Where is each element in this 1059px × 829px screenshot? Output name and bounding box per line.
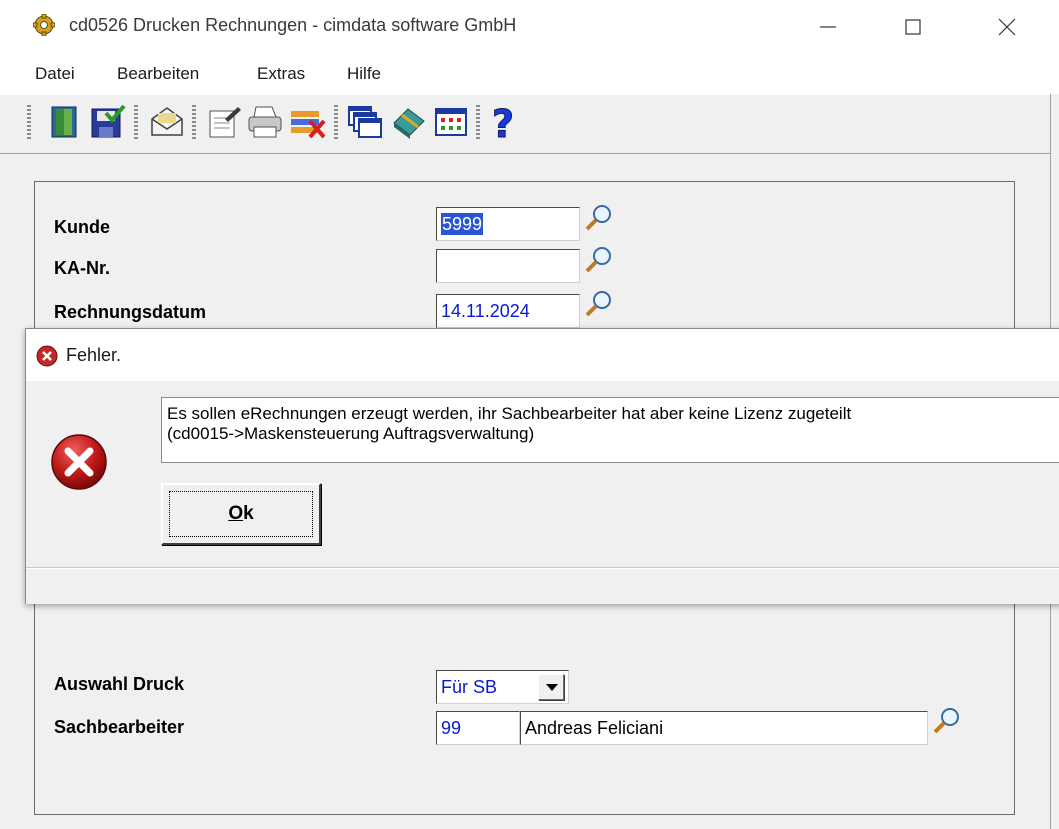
- grid-window-icon: [435, 108, 467, 136]
- eraser-button[interactable]: [390, 103, 428, 141]
- delete-button[interactable]: [288, 103, 326, 141]
- rechnungsdatum-search-icon[interactable]: [584, 288, 614, 318]
- save-check-icon: [91, 104, 126, 138]
- rechnungsdatum-label: Rechnungsdatum: [54, 302, 207, 322]
- large-error-icon: [51, 434, 107, 490]
- menu-hilfe[interactable]: Hilfe: [347, 64, 381, 84]
- close-button[interactable]: [967, 0, 1047, 54]
- eraser-icon: [393, 108, 425, 139]
- maximize-button[interactable]: [873, 0, 953, 54]
- notes-button[interactable]: [205, 103, 243, 141]
- delete-list-icon: [291, 111, 326, 139]
- notepad-icon: [209, 107, 241, 138]
- printer-icon: [248, 106, 282, 138]
- exit-door-icon: [51, 106, 77, 138]
- ok-label-rest: k: [243, 503, 254, 524]
- toolbar-separator: [476, 105, 480, 139]
- ka-nr-search-icon[interactable]: [584, 244, 614, 274]
- toolbar-separator: [334, 105, 338, 139]
- menu-bearbeiten[interactable]: Bearbeiten: [117, 64, 199, 84]
- error-dialog: Fehler. Es sollen eRechnungen erzeugt we…: [25, 328, 1059, 604]
- dialog-status-bar: [26, 568, 1059, 604]
- svg-text:?: ?: [492, 103, 514, 141]
- dialog-title-bar: Fehler.: [26, 329, 1059, 381]
- title-bar: cd0526 Drucken Rechnungen - cimdata soft…: [0, 0, 1059, 54]
- auswahl-druck-label: Auswahl Druck: [54, 674, 185, 694]
- ok-button[interactable]: Ok: [161, 483, 321, 545]
- mail-button[interactable]: [148, 103, 186, 141]
- error-icon: [36, 345, 58, 367]
- ok-button-label: Ok: [163, 503, 319, 525]
- sachbearbeiter-search-icon[interactable]: [932, 705, 962, 735]
- minimize-button[interactable]: [788, 0, 868, 54]
- gear-icon: [33, 14, 55, 36]
- sachbearbeiter-label: Sachbearbeiter: [54, 717, 185, 737]
- dialog-title: Fehler.: [66, 345, 122, 365]
- exit-button[interactable]: [46, 103, 84, 141]
- error-message: Es sollen eRechnungen erzeugt werden, ih…: [161, 397, 1059, 463]
- help-button[interactable]: ?: [484, 103, 522, 141]
- window-title: cd0526 Drucken Rechnungen - cimdata soft…: [69, 15, 517, 35]
- toolbar-grip[interactable]: [27, 105, 31, 139]
- windows-icon: [348, 106, 382, 138]
- grid-button[interactable]: [432, 103, 470, 141]
- error-message-line-2: (cd0015->Maskensteuerung Auftragsverwalt…: [167, 424, 535, 443]
- toolbar-separator: [134, 105, 138, 139]
- help-icon: ?: [491, 103, 514, 141]
- kunde-search-icon[interactable]: [584, 202, 614, 232]
- ka-nr-field[interactable]: [436, 249, 580, 283]
- kunde-field[interactable]: 5999: [436, 207, 580, 241]
- sachbearbeiter-name-field: Andreas Feliciani: [520, 711, 928, 745]
- error-message-line-1: Es sollen eRechnungen erzeugt werden, ih…: [167, 404, 852, 423]
- menu-bar: Datei Bearbeiten Extras Hilfe: [0, 54, 1059, 94]
- print-button[interactable]: [246, 103, 284, 141]
- kunde-label: Kunde: [54, 217, 110, 237]
- sachbearbeiter-code-field[interactable]: 99: [436, 711, 520, 745]
- maximize-icon: [905, 19, 921, 35]
- kunde-value: 5999: [441, 213, 484, 235]
- rechnungsdatum-field[interactable]: 14.11.2024: [436, 294, 580, 328]
- minimize-icon: [820, 26, 836, 28]
- toolbar: ?: [0, 94, 1059, 154]
- chevron-down-icon[interactable]: [538, 674, 564, 700]
- toolbar-separator: [192, 105, 196, 139]
- menu-extras[interactable]: Extras: [257, 64, 305, 84]
- ok-mnemonic: O: [228, 503, 244, 524]
- save-button[interactable]: [88, 103, 126, 141]
- envelope-icon: [151, 107, 183, 136]
- menu-datei[interactable]: Datei: [35, 64, 75, 84]
- windows-button[interactable]: [346, 103, 384, 141]
- close-icon: [998, 18, 1016, 36]
- ka-nr-label: KA-Nr.: [54, 258, 111, 278]
